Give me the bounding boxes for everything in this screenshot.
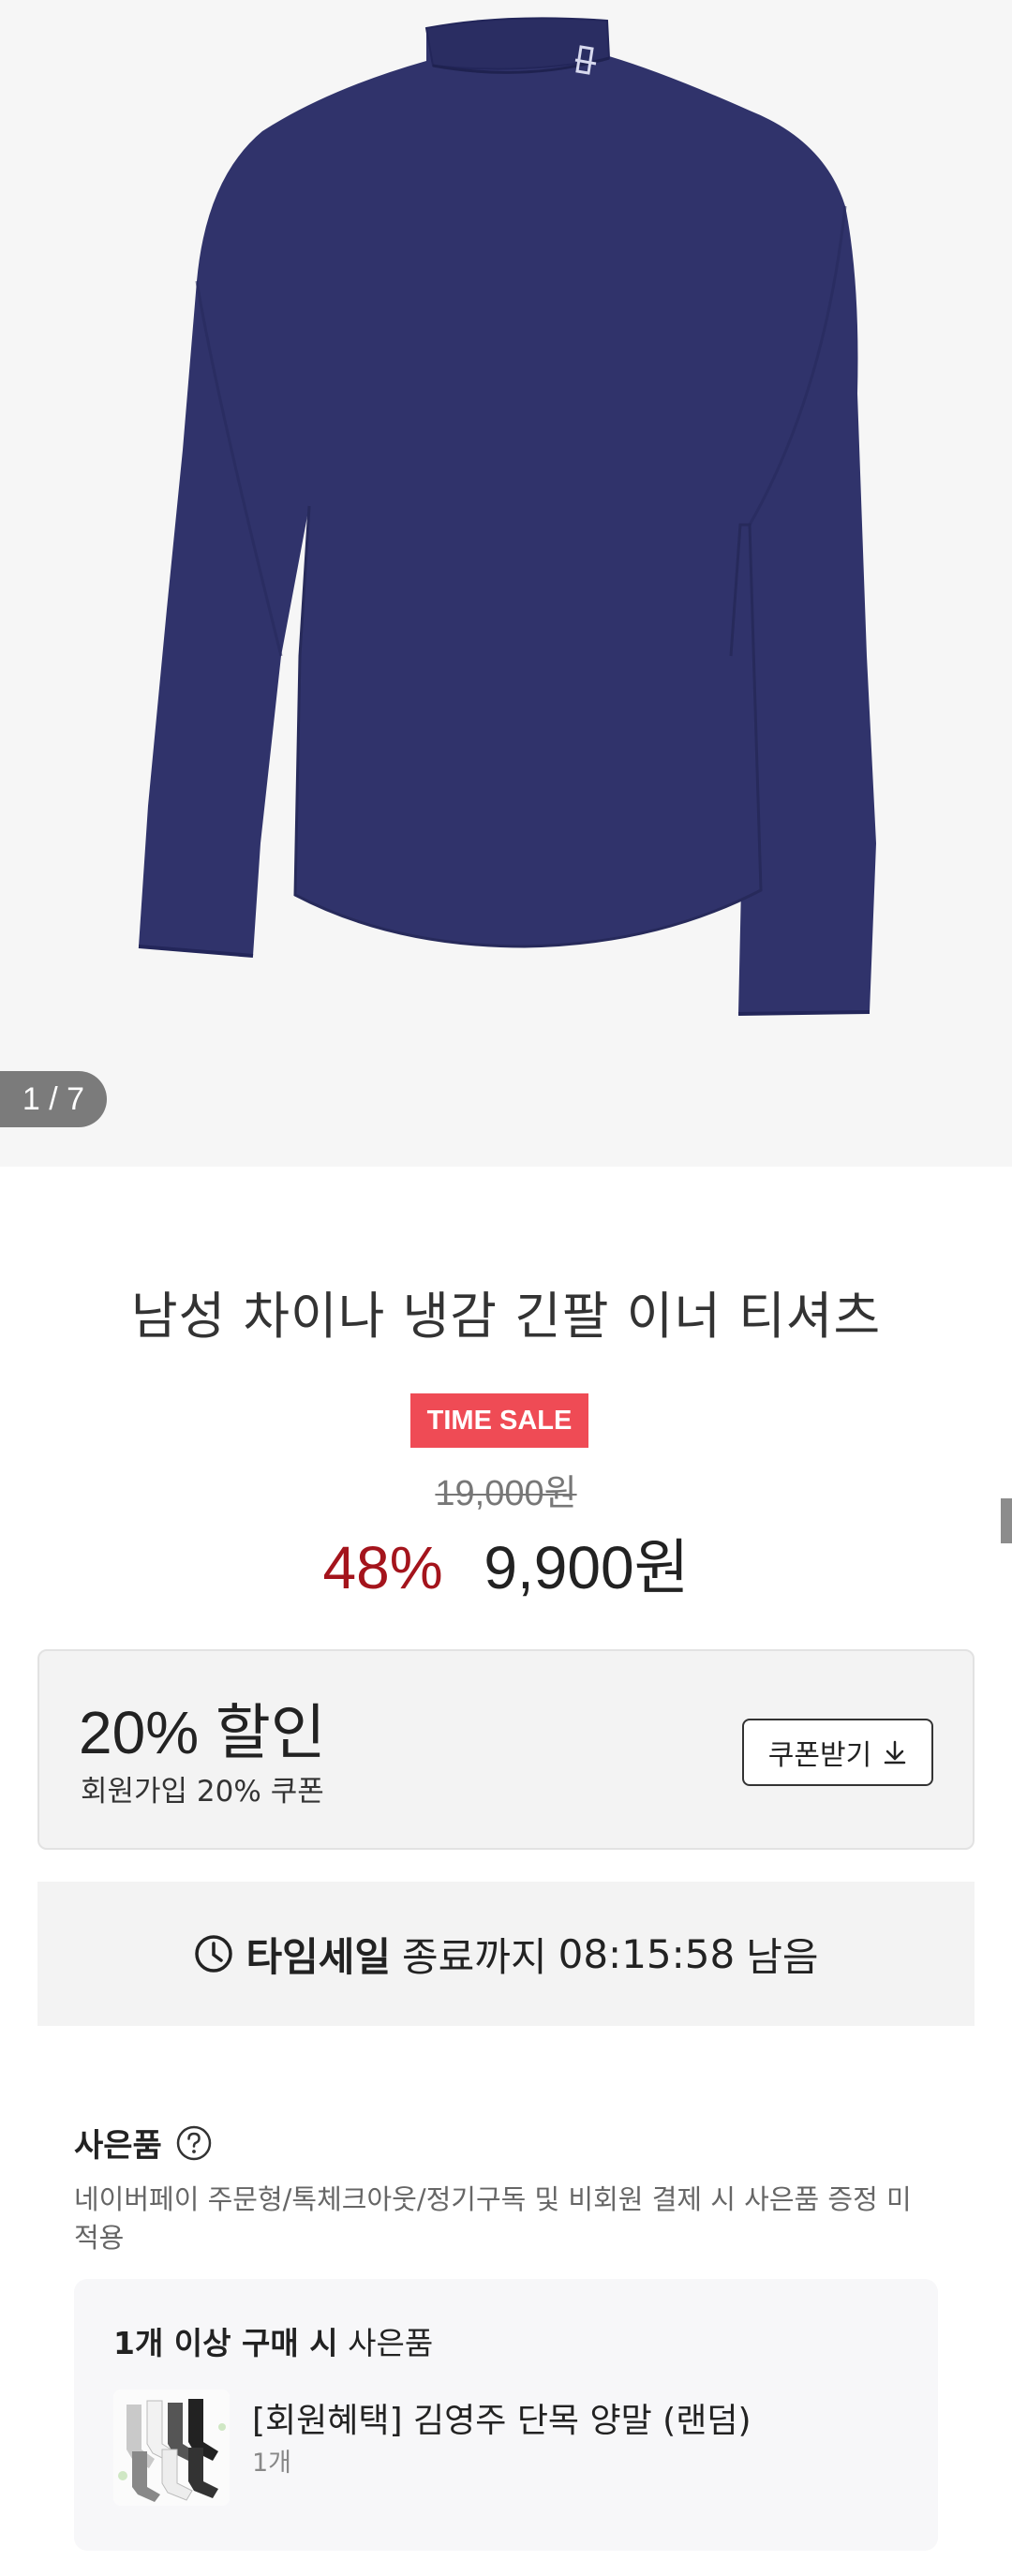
coupon-subtitle: 회원가입 20% 쿠폰	[81, 1775, 324, 1809]
image-counter: 1 / 7	[0, 1071, 107, 1127]
gift-card: 1개 이상 구매 시 사은품 [회원혜택] 김영주 단목 양말 (랜덤) 1개	[74, 2279, 938, 2551]
gift-heading-label: 사은품	[74, 2127, 162, 2165]
gift-thumbnail	[113, 2390, 230, 2506]
product-image-gallery[interactable]: 1 / 7	[0, 0, 1012, 1167]
gift-heading: 사은품	[74, 2120, 213, 2166]
timer-remaining: 08:15:58	[558, 1930, 736, 1977]
timer-prefix: 타임세일	[246, 1933, 392, 1980]
price-row: 48% 9,900원	[0, 1520, 1012, 1606]
product-title: 남성 차이나 냉감 긴팔 이너 티셔츠	[130, 1287, 882, 1346]
final-price: 9,900원	[484, 1534, 690, 1601]
coupon-box: 20% 할인 회원가입 20% 쿠폰 쿠폰받기	[37, 1649, 975, 1850]
discount-rate: 48%	[322, 1534, 443, 1601]
gift-notice: 네이버페이 주문형/톡체크아웃/정기구독 및 비회원 결제 시 사은품 증정 미…	[74, 2183, 912, 2254]
gift-condition-rest: 사은품	[348, 2325, 434, 2361]
product-image	[138, 17, 876, 1016]
time-sale-badge: TIME SALE	[410, 1393, 588, 1448]
gift-item-quantity: 1개	[252, 2449, 292, 2478]
gift-item-name: [회원혜택] 김영주 단목 양말 (랜덤)	[252, 2402, 752, 2440]
question-icon[interactable]	[175, 2124, 213, 2162]
clock-icon	[195, 1935, 233, 1973]
coupon-download-button[interactable]: 쿠폰받기	[742, 1719, 933, 1786]
original-price: 19,000원	[435, 1474, 577, 1513]
time-sale-timer: 타임세일 종료까지 08:15:58 남음	[37, 1882, 975, 2026]
download-icon	[884, 1740, 906, 1764]
scrollbar-thumb[interactable]	[1001, 1498, 1012, 1543]
coupon-title: 20% 할인	[79, 1699, 326, 1766]
gift-condition-bold: 1개 이상 구매 시	[113, 2325, 338, 2361]
coupon-button-label: 쿠폰받기	[767, 1739, 872, 1772]
timer-suffix: 남음	[746, 1933, 819, 1980]
socks-image	[113, 2390, 230, 2506]
gift-condition: 1개 이상 구매 시 사은품	[113, 2318, 433, 2363]
timer-middle: 종료까지	[402, 1933, 547, 1980]
